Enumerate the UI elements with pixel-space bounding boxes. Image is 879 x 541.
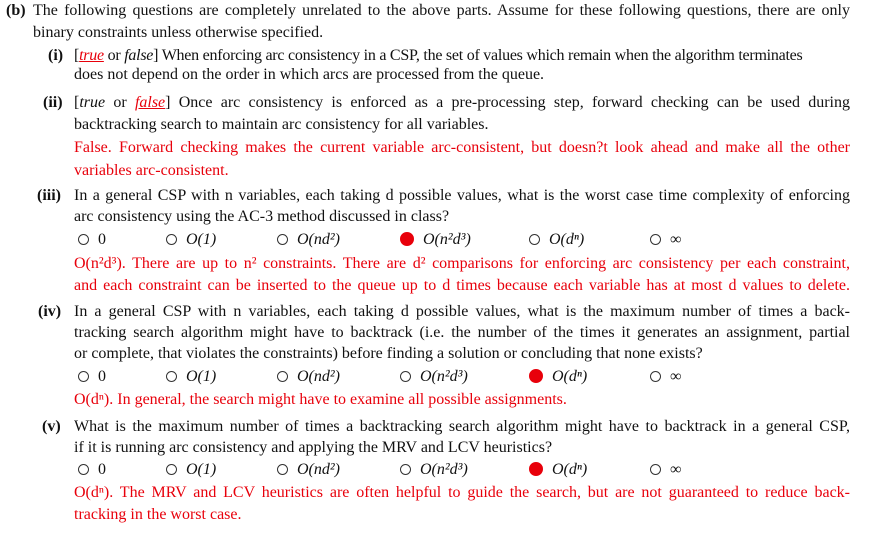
radio-empty-icon[interactable] — [277, 464, 288, 475]
option-label: O(n²d³) — [423, 231, 471, 248]
option-choice[interactable]: O(n²d³) — [400, 366, 468, 387]
option-choice[interactable]: O(1) — [166, 459, 216, 480]
question-4-line: In a general CSP with n variables, each … — [74, 303, 850, 320]
option-label: 0 — [98, 231, 106, 248]
part-intro-line: binary constraints unless otherwise spec… — [33, 24, 324, 41]
radio-selected-icon[interactable] — [529, 462, 543, 476]
part-label: (b) — [6, 2, 26, 19]
question-text: When enforcing arc consistency in a CSP,… — [158, 47, 803, 64]
answer-explanation: O(dⁿ). In general, the search might have… — [74, 391, 567, 408]
option-label: O(n²d³) — [420, 461, 468, 478]
option-label: ∞ — [670, 368, 682, 385]
question-1-line: [true or false] When enforcing arc consi… — [74, 45, 850, 66]
options-q3: 0 O(1) O(nd²) O(n²d³) O(dⁿ) ∞ — [0, 229, 879, 250]
or-text: or — [103, 47, 125, 64]
radio-empty-icon[interactable] — [166, 371, 177, 382]
radio-empty-icon[interactable] — [650, 234, 661, 245]
answer-explanation: O(dⁿ). The MRV and LCV heuristics are of… — [74, 484, 850, 501]
option-choice[interactable]: O(n²d³) — [400, 459, 468, 480]
option-choice[interactable]: O(n²d³) — [400, 229, 471, 250]
false-option-selected[interactable]: false — [135, 94, 165, 111]
option-label: O(dⁿ) — [552, 368, 588, 385]
true-option[interactable]: true — [79, 94, 105, 111]
options-q5: 0 O(1) O(nd²) O(n²d³) O(dⁿ) ∞ — [0, 459, 879, 480]
question-label: (i) — [48, 47, 64, 64]
radio-empty-icon[interactable] — [277, 371, 288, 382]
option-choice[interactable]: O(1) — [166, 366, 216, 387]
option-choice[interactable]: O(nd²) — [277, 366, 340, 387]
option-label: O(dⁿ) — [552, 461, 588, 478]
answer-explanation: False. Forward checking makes the curren… — [74, 139, 850, 156]
option-choice[interactable]: ∞ — [650, 366, 681, 387]
question-label: (v) — [42, 418, 61, 435]
radio-empty-icon[interactable] — [166, 234, 177, 245]
question-2-line: backtracking search to maintain arc cons… — [74, 116, 489, 133]
question-5-line: What is the maximum number of times a ba… — [74, 418, 850, 435]
radio-selected-icon[interactable] — [400, 232, 414, 246]
option-choice[interactable]: 0 — [78, 459, 106, 480]
option-choice[interactable]: O(dⁿ) — [529, 229, 584, 250]
option-choice[interactable]: O(nd²) — [277, 459, 340, 480]
options-q4: 0 O(1) O(nd²) O(n²d³) O(dⁿ) ∞ — [0, 366, 879, 387]
question-3-line: In a general CSP with n variables, each … — [74, 187, 850, 204]
option-choice[interactable]: O(nd²) — [277, 229, 340, 250]
option-label: O(nd²) — [297, 368, 341, 385]
radio-empty-icon[interactable] — [277, 234, 288, 245]
question-2-line: [true or false] Once arc consistency is … — [74, 92, 850, 113]
option-label: O(n²d³) — [420, 368, 468, 385]
answer-explanation: variables arc-consistent. — [74, 162, 229, 179]
option-label: O(dⁿ) — [549, 231, 585, 248]
question-label: (iv) — [38, 303, 62, 320]
option-choice[interactable]: O(dⁿ) — [529, 459, 587, 480]
option-choice[interactable]: 0 — [78, 366, 106, 387]
question-label: (ii) — [43, 94, 63, 111]
radio-empty-icon[interactable] — [78, 234, 89, 245]
part-intro-line: The following questions are completely u… — [33, 2, 850, 19]
answer-explanation: and each constraint can be inserted to t… — [74, 277, 850, 294]
or-text: or — [105, 94, 135, 111]
radio-empty-icon[interactable] — [650, 464, 661, 475]
question-1-line: does not depend on the order in which ar… — [74, 66, 545, 83]
option-choice[interactable]: O(1) — [166, 229, 216, 250]
option-choice[interactable]: ∞ — [650, 459, 681, 480]
radio-selected-icon[interactable] — [529, 369, 543, 383]
option-label: O(nd²) — [297, 231, 341, 248]
option-label: O(1) — [186, 368, 217, 385]
question-3-line: arc consistency using the AC-3 method di… — [74, 208, 450, 225]
question-4-line: tracking search algorithm might have to … — [74, 324, 850, 341]
option-label: O(1) — [186, 461, 217, 478]
answer-explanation: tracking in the worst case. — [74, 506, 242, 523]
radio-empty-icon[interactable] — [400, 464, 411, 475]
radio-empty-icon[interactable] — [400, 371, 411, 382]
false-option[interactable]: false — [124, 47, 153, 64]
option-label: ∞ — [670, 461, 682, 478]
question-5-line: if it is running arc consistency and app… — [74, 439, 553, 456]
option-choice[interactable]: ∞ — [650, 229, 681, 250]
question-label: (iii) — [37, 187, 61, 204]
question-4-line: or complete, that violates the constrain… — [74, 345, 703, 362]
radio-empty-icon[interactable] — [529, 234, 540, 245]
option-label: O(nd²) — [297, 461, 341, 478]
option-choice[interactable]: 0 — [78, 229, 106, 250]
option-label: ∞ — [670, 231, 682, 248]
radio-empty-icon[interactable] — [78, 371, 89, 382]
radio-empty-icon[interactable] — [650, 371, 661, 382]
option-choice[interactable]: O(dⁿ) — [529, 366, 587, 387]
answer-explanation: O(n²d³). There are up to n² constraints.… — [74, 255, 850, 272]
option-label: 0 — [98, 368, 106, 385]
option-label: 0 — [98, 461, 106, 478]
question-text: Once arc consistency is enforced as a pr… — [170, 94, 850, 111]
true-option-selected[interactable]: true — [79, 47, 104, 64]
radio-empty-icon[interactable] — [166, 464, 177, 475]
radio-empty-icon[interactable] — [78, 464, 89, 475]
option-label: O(1) — [186, 231, 217, 248]
